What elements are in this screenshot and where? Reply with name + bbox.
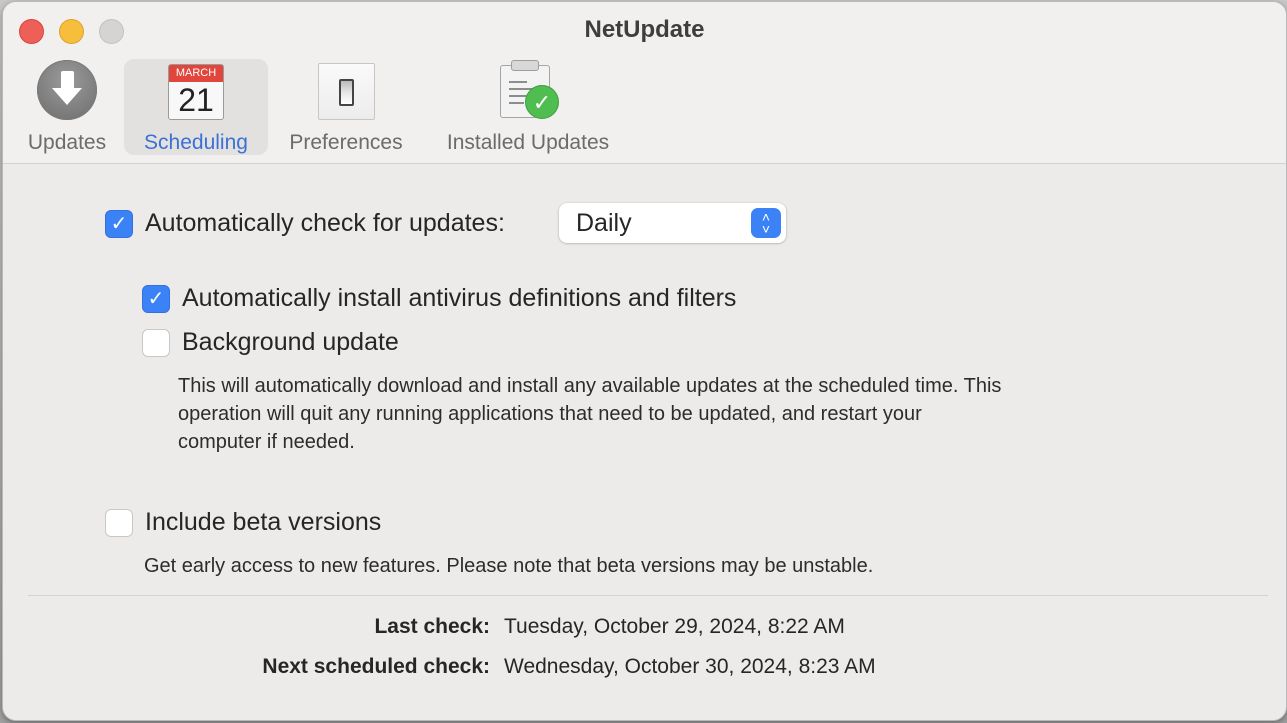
- description-line: This will automatically download and ins…: [178, 375, 1002, 397]
- auto-check-row: ✓ Automatically check for updates:: [105, 209, 505, 238]
- beta-checkbox[interactable]: [105, 508, 133, 537]
- tab-scheduling[interactable]: MARCH 21 Scheduling: [124, 59, 268, 155]
- download-arrow-icon: [37, 59, 97, 121]
- auto-install-checkbox[interactable]: ✓: [142, 284, 170, 313]
- switch-icon: [317, 59, 375, 121]
- auto-check-checkbox[interactable]: ✓: [105, 209, 133, 238]
- tab-label: Installed Updates: [446, 131, 610, 154]
- window-title: NetUpdate: [584, 16, 705, 43]
- next-check-label: Next scheduled check:: [262, 655, 490, 678]
- up-down-chevron-icon: ˄ ˅: [751, 208, 781, 238]
- frequency-value: Daily: [576, 208, 632, 237]
- background-update-checkbox[interactable]: [142, 328, 170, 357]
- background-update-label: Background update: [182, 328, 399, 356]
- calendar-icon: MARCH 21: [168, 59, 224, 121]
- last-check-label: Last check:: [374, 615, 490, 638]
- beta-row: Include beta versions: [105, 508, 381, 537]
- calendar-month: MARCH: [169, 65, 223, 82]
- scheduling-panel: ✓ Automatically check for updates: Daily…: [3, 165, 1286, 720]
- tab-label: Scheduling: [144, 131, 248, 154]
- auto-check-label: Automatically check for updates:: [145, 209, 505, 237]
- beta-description: Get early access to new features. Please…: [144, 555, 874, 577]
- last-check-value: Tuesday, October 29, 2024, 8:22 AM: [504, 615, 845, 638]
- tab-preferences[interactable]: Preferences: [281, 59, 411, 155]
- auto-install-row: ✓ Automatically install antivirus defini…: [142, 284, 736, 313]
- clipboard-check-icon: ✓: [497, 59, 559, 121]
- tab-label: Preferences: [289, 131, 403, 154]
- tab-updates[interactable]: Updates: [19, 59, 115, 155]
- background-update-description: This will automatically download and ins…: [178, 372, 1001, 456]
- frequency-select[interactable]: Daily ˄ ˅: [559, 203, 786, 243]
- background-update-row: Background update: [142, 328, 399, 357]
- auto-install-label: Automatically install antivirus definiti…: [182, 284, 737, 312]
- calendar-day: 21: [178, 82, 214, 118]
- titlebar-toolbar: NetUpdate Updates MARCH 21 Scheduling Pr…: [3, 2, 1286, 164]
- description-line: computer if needed.: [178, 431, 355, 453]
- netupdate-window: NetUpdate Updates MARCH 21 Scheduling Pr…: [2, 1, 1287, 721]
- divider: [28, 595, 1268, 596]
- description-line: operation will quit any running applicat…: [178, 403, 922, 425]
- tab-installed-updates[interactable]: ✓ Installed Updates: [435, 59, 621, 155]
- beta-label: Include beta versions: [145, 508, 382, 536]
- tab-label: Updates: [27, 131, 107, 154]
- next-check-value: Wednesday, October 30, 2024, 8:23 AM: [504, 655, 876, 678]
